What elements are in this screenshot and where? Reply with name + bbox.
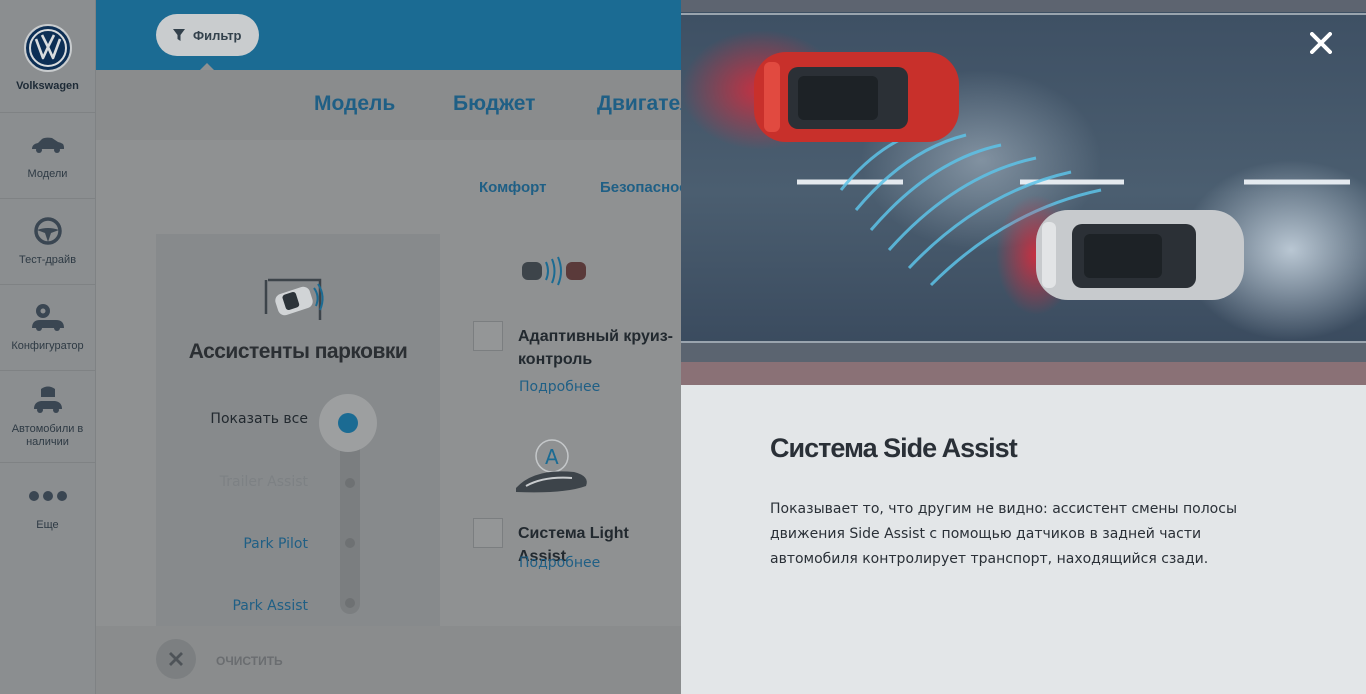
sidebar-item-test-drive[interactable]: Тест-драйв <box>0 199 95 285</box>
feature-name: Адаптивный круиз-контроль <box>518 328 673 368</box>
parking-assist-icon <box>262 274 332 328</box>
clear-label[interactable]: ОЧИСТИТЬ <box>216 654 283 668</box>
sidebar-item-more[interactable]: Еще <box>0 463 95 549</box>
slider-stop[interactable] <box>345 538 355 548</box>
filter-label: Фильтр <box>193 27 242 43</box>
subtab-safety[interactable]: Безопасность <box>600 179 681 196</box>
sidebar-item-label: Еще <box>36 518 59 531</box>
more-icon <box>28 481 68 511</box>
side-assist-modal: Система Side Assist Показывает то, что д… <box>681 0 1366 694</box>
option-trailer-assist[interactable]: Trailer Assist <box>220 474 308 490</box>
slider-knob-dot <box>338 413 358 433</box>
sidebar-item-configurator[interactable]: Конфигуратор <box>0 285 95 371</box>
features-column: Адаптивный круиз-контроль Подробнее A Си… <box>440 234 681 626</box>
sidebar-item-cars-in-stock[interactable]: Автомобили в наличии <box>0 371 95 463</box>
side-assist-illustration <box>681 0 1366 385</box>
bottom-bar: ОЧИСТИТЬ <box>96 626 681 694</box>
configurator-icon <box>28 302 68 332</box>
parking-assist-title: Ассистенты парковки <box>188 340 408 363</box>
close-icon <box>1310 32 1332 54</box>
modal-title: Система Side Assist <box>770 433 1018 463</box>
option-park-assist[interactable]: Park Assist <box>232 598 308 614</box>
sidebar-item-label: Тест-драйв <box>18 254 77 266</box>
light-assist-checkbox[interactable] <box>473 518 503 548</box>
adaptive-cruise-checkbox[interactable] <box>473 321 503 351</box>
show-all-label[interactable]: Показать все <box>210 411 308 427</box>
silver-car <box>1036 210 1244 300</box>
feature-more-link[interactable]: Подробнее <box>519 555 600 571</box>
filter-icon <box>173 29 185 41</box>
brand-name: Volkswagen <box>16 80 79 92</box>
red-car <box>754 52 959 142</box>
adaptive-cruise-icon <box>520 254 590 292</box>
modal-description: Показывает то, что другим не видно: асси… <box>770 501 1237 567</box>
sidebar-item-label: Модели <box>27 168 68 180</box>
sidebar-item-label: Автомобили в наличии <box>11 422 84 448</box>
left-sidebar: Volkswagen Модели Тест-драйв Конфигурато… <box>0 0 96 694</box>
top-bar: Фильтр <box>96 0 681 70</box>
car-stock-icon <box>28 385 68 415</box>
car-icon <box>28 130 68 160</box>
light-assist-icon: A <box>514 438 594 502</box>
steering-wheel-icon <box>28 216 68 246</box>
slider-track[interactable] <box>340 424 360 614</box>
sidebar-item-label: Конфигуратор <box>11 340 84 352</box>
slider-stop[interactable] <box>345 478 355 488</box>
tab-engine[interactable]: Двигатель <box>597 92 681 116</box>
brand-block[interactable]: Volkswagen <box>0 0 95 113</box>
filter-button[interactable]: Фильтр <box>156 14 259 56</box>
svg-text:A: A <box>545 445 559 469</box>
tab-model[interactable]: Модель <box>314 92 395 116</box>
volkswagen-logo-icon <box>23 24 72 72</box>
slider-stop[interactable] <box>345 598 355 608</box>
close-icon <box>169 652 183 666</box>
slider-knob[interactable] <box>319 394 377 452</box>
feature-more-link[interactable]: Подробнее <box>519 379 600 395</box>
tab-budget[interactable]: Бюджет <box>453 92 535 116</box>
clear-button[interactable] <box>156 639 196 679</box>
subtab-comfort[interactable]: Комфорт <box>479 179 546 196</box>
main-tabs: Модель Бюджет Двигатель <box>96 70 681 140</box>
parking-assist-card: Ассистенты парковки Показать все Trailer… <box>156 234 440 626</box>
close-button[interactable] <box>1302 24 1340 62</box>
sidebar-item-models[interactable]: Модели <box>0 113 95 199</box>
filter-page: Фильтр Модель Бюджет Двигатель Комфорт Б… <box>96 0 681 694</box>
option-park-pilot[interactable]: Park Pilot <box>243 536 308 552</box>
